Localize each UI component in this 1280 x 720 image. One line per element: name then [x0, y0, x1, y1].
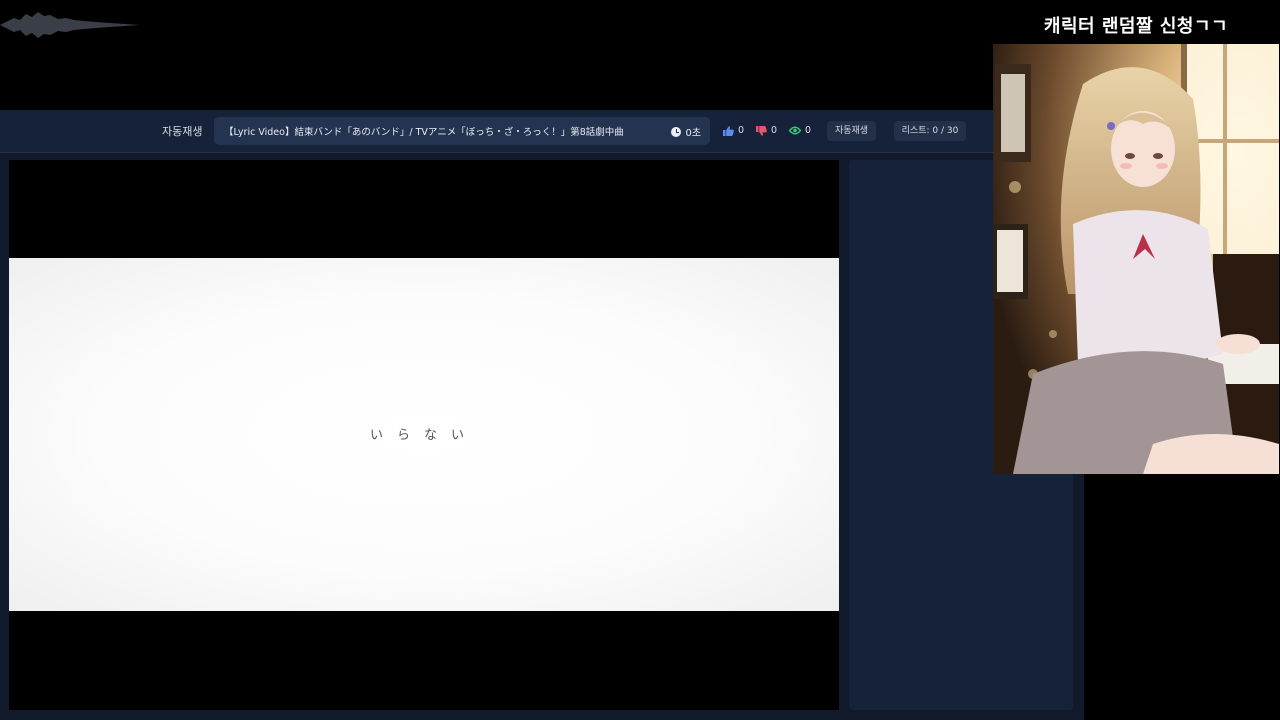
views-stat: 0: [789, 125, 811, 136]
views-count: 0: [805, 125, 812, 136]
player-app: 자동재생 【Lyric Video】結束バンド「あのバンド」/ TVアニメ「ぼっ…: [0, 110, 1084, 720]
duration-value: 0초: [685, 128, 701, 139]
thumbs-down-icon: [756, 125, 767, 136]
autoplay-button[interactable]: 자동재생: [827, 121, 876, 141]
overlay-title: 캐릭터 랜덤짤 신청ㄱㄱ: [1043, 16, 1229, 37]
dislike-stat[interactable]: 0: [756, 125, 777, 136]
top-bar: 자동재생 【Lyric Video】結束バンド「あのバンド」/ TVアニメ「ぼっ…: [0, 110, 993, 153]
now-playing-box[interactable]: 【Lyric Video】結束バンド「あのバンド」/ TVアニメ「ぼっち・ざ・ろ…: [214, 117, 710, 145]
list-status: 리스트: 0 / 30: [894, 121, 966, 141]
video-player[interactable]: いらない: [9, 160, 839, 710]
like-count: 0: [738, 125, 745, 136]
character-illustration: [993, 44, 1279, 474]
clock-icon: [671, 126, 682, 137]
duration: 0초: [671, 124, 701, 139]
dislike-count: 0: [771, 125, 778, 136]
audio-waveform: [0, 12, 140, 38]
autoplay-label: 자동재생: [162, 125, 203, 138]
video-frame: いらない: [9, 258, 839, 611]
eye-icon: [789, 126, 801, 135]
like-stat[interactable]: 0: [723, 125, 744, 136]
thumbs-up-icon: [723, 125, 734, 136]
lyric-text: いらない: [369, 428, 478, 443]
now-playing-title: 【Lyric Video】結束バンド「あのバンド」/ TVアニメ「ぼっち・ざ・ろ…: [224, 127, 624, 138]
